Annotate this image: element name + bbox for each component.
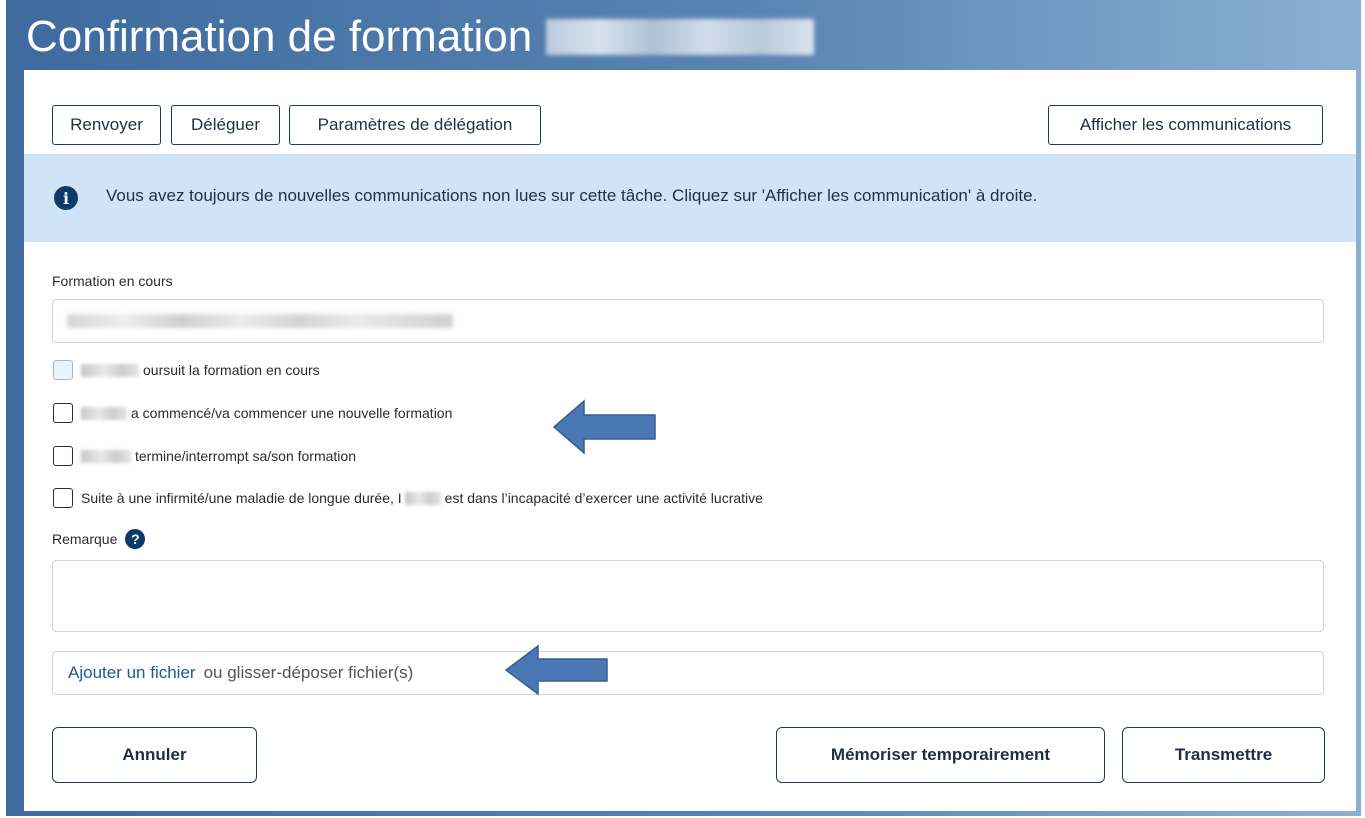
checkbox-ends-training-text: termine/interrompt sa/son formation bbox=[135, 448, 356, 464]
submit-button[interactable]: Transmettre bbox=[1122, 727, 1325, 783]
info-banner-text: Vous avez toujours de nouvelles communic… bbox=[106, 186, 1038, 205]
current-training-field[interactable] bbox=[52, 299, 1324, 343]
checkbox-new-training-label: a commencé/va commencer une nouvelle for… bbox=[81, 405, 452, 421]
checkbox-continues[interactable] bbox=[53, 360, 73, 380]
checkbox-row-new-training[interactable]: a commencé/va commencer une nouvelle for… bbox=[53, 401, 452, 425]
remark-label: Remarque bbox=[52, 531, 118, 547]
page-title-text: Confirmation de formation bbox=[26, 12, 533, 61]
checkbox-incapacity-text-after: est dans l’incapacité d’exercer une acti… bbox=[444, 490, 763, 506]
redacted-name bbox=[81, 363, 139, 377]
annotation-arrow-left-icon bbox=[552, 399, 656, 455]
resend-button[interactable]: Renvoyer bbox=[52, 105, 161, 145]
redacted-training-value bbox=[67, 314, 453, 328]
window-frame: Confirmation de formation Renvoyer Délég… bbox=[6, 0, 1361, 816]
checkbox-new-training-text: a commencé/va commencer une nouvelle for… bbox=[131, 405, 453, 421]
annotation-arrow-left-icon bbox=[504, 644, 608, 696]
checkbox-incapacity[interactable] bbox=[53, 488, 73, 508]
checkbox-incapacity-label: Suite à une infirmité/une maladie de lon… bbox=[81, 490, 763, 506]
cancel-button[interactable]: Annuler bbox=[52, 727, 257, 783]
redacted-name bbox=[546, 19, 815, 55]
info-banner: i Vous avez toujours de nouvelles commun… bbox=[24, 154, 1356, 242]
checkbox-row-incapacity[interactable]: Suite à une infirmité/une maladie de lon… bbox=[53, 486, 763, 510]
save-temporarily-button[interactable]: Mémoriser temporairement bbox=[776, 727, 1105, 783]
checkbox-incapacity-text-before: Suite à une infirmité/une maladie de lon… bbox=[81, 490, 402, 506]
help-icon[interactable]: ? bbox=[125, 529, 146, 549]
checkbox-continues-text: oursuit la formation en cours bbox=[143, 362, 320, 378]
remark-textarea[interactable] bbox=[52, 560, 1324, 632]
add-file-link[interactable]: Ajouter un fichier bbox=[68, 663, 196, 683]
show-communications-button[interactable]: Afficher les communications bbox=[1048, 105, 1323, 145]
remark-label-row: Remarque ? bbox=[52, 529, 146, 549]
current-training-label: Formation en cours bbox=[52, 273, 173, 289]
page-title: Confirmation de formation bbox=[26, 6, 815, 68]
redacted-name bbox=[404, 491, 441, 505]
file-dropzone[interactable]: Ajouter un fichier ou glisser-déposer fi… bbox=[52, 651, 1324, 695]
checkbox-continues-label: oursuit la formation en cours bbox=[81, 362, 320, 378]
checkbox-row-continues[interactable]: oursuit la formation en cours bbox=[53, 358, 320, 382]
checkbox-ends-training-label: termine/interrompt sa/son formation bbox=[81, 448, 356, 464]
checkbox-ends-training[interactable] bbox=[53, 446, 73, 466]
redacted-name bbox=[81, 449, 131, 463]
delegate-button[interactable]: Déléguer bbox=[171, 105, 280, 145]
delegation-settings-button[interactable]: Paramètres de délégation bbox=[289, 105, 541, 145]
info-icon: i bbox=[54, 186, 78, 210]
redacted-name bbox=[81, 406, 127, 420]
task-panel: Renvoyer Déléguer Paramètres de délégati… bbox=[24, 70, 1356, 811]
checkbox-new-training[interactable] bbox=[53, 403, 73, 423]
checkbox-row-ends-training[interactable]: termine/interrompt sa/son formation bbox=[53, 444, 356, 468]
file-dropzone-hint: ou glisser-déposer fichier(s) bbox=[203, 663, 414, 682]
